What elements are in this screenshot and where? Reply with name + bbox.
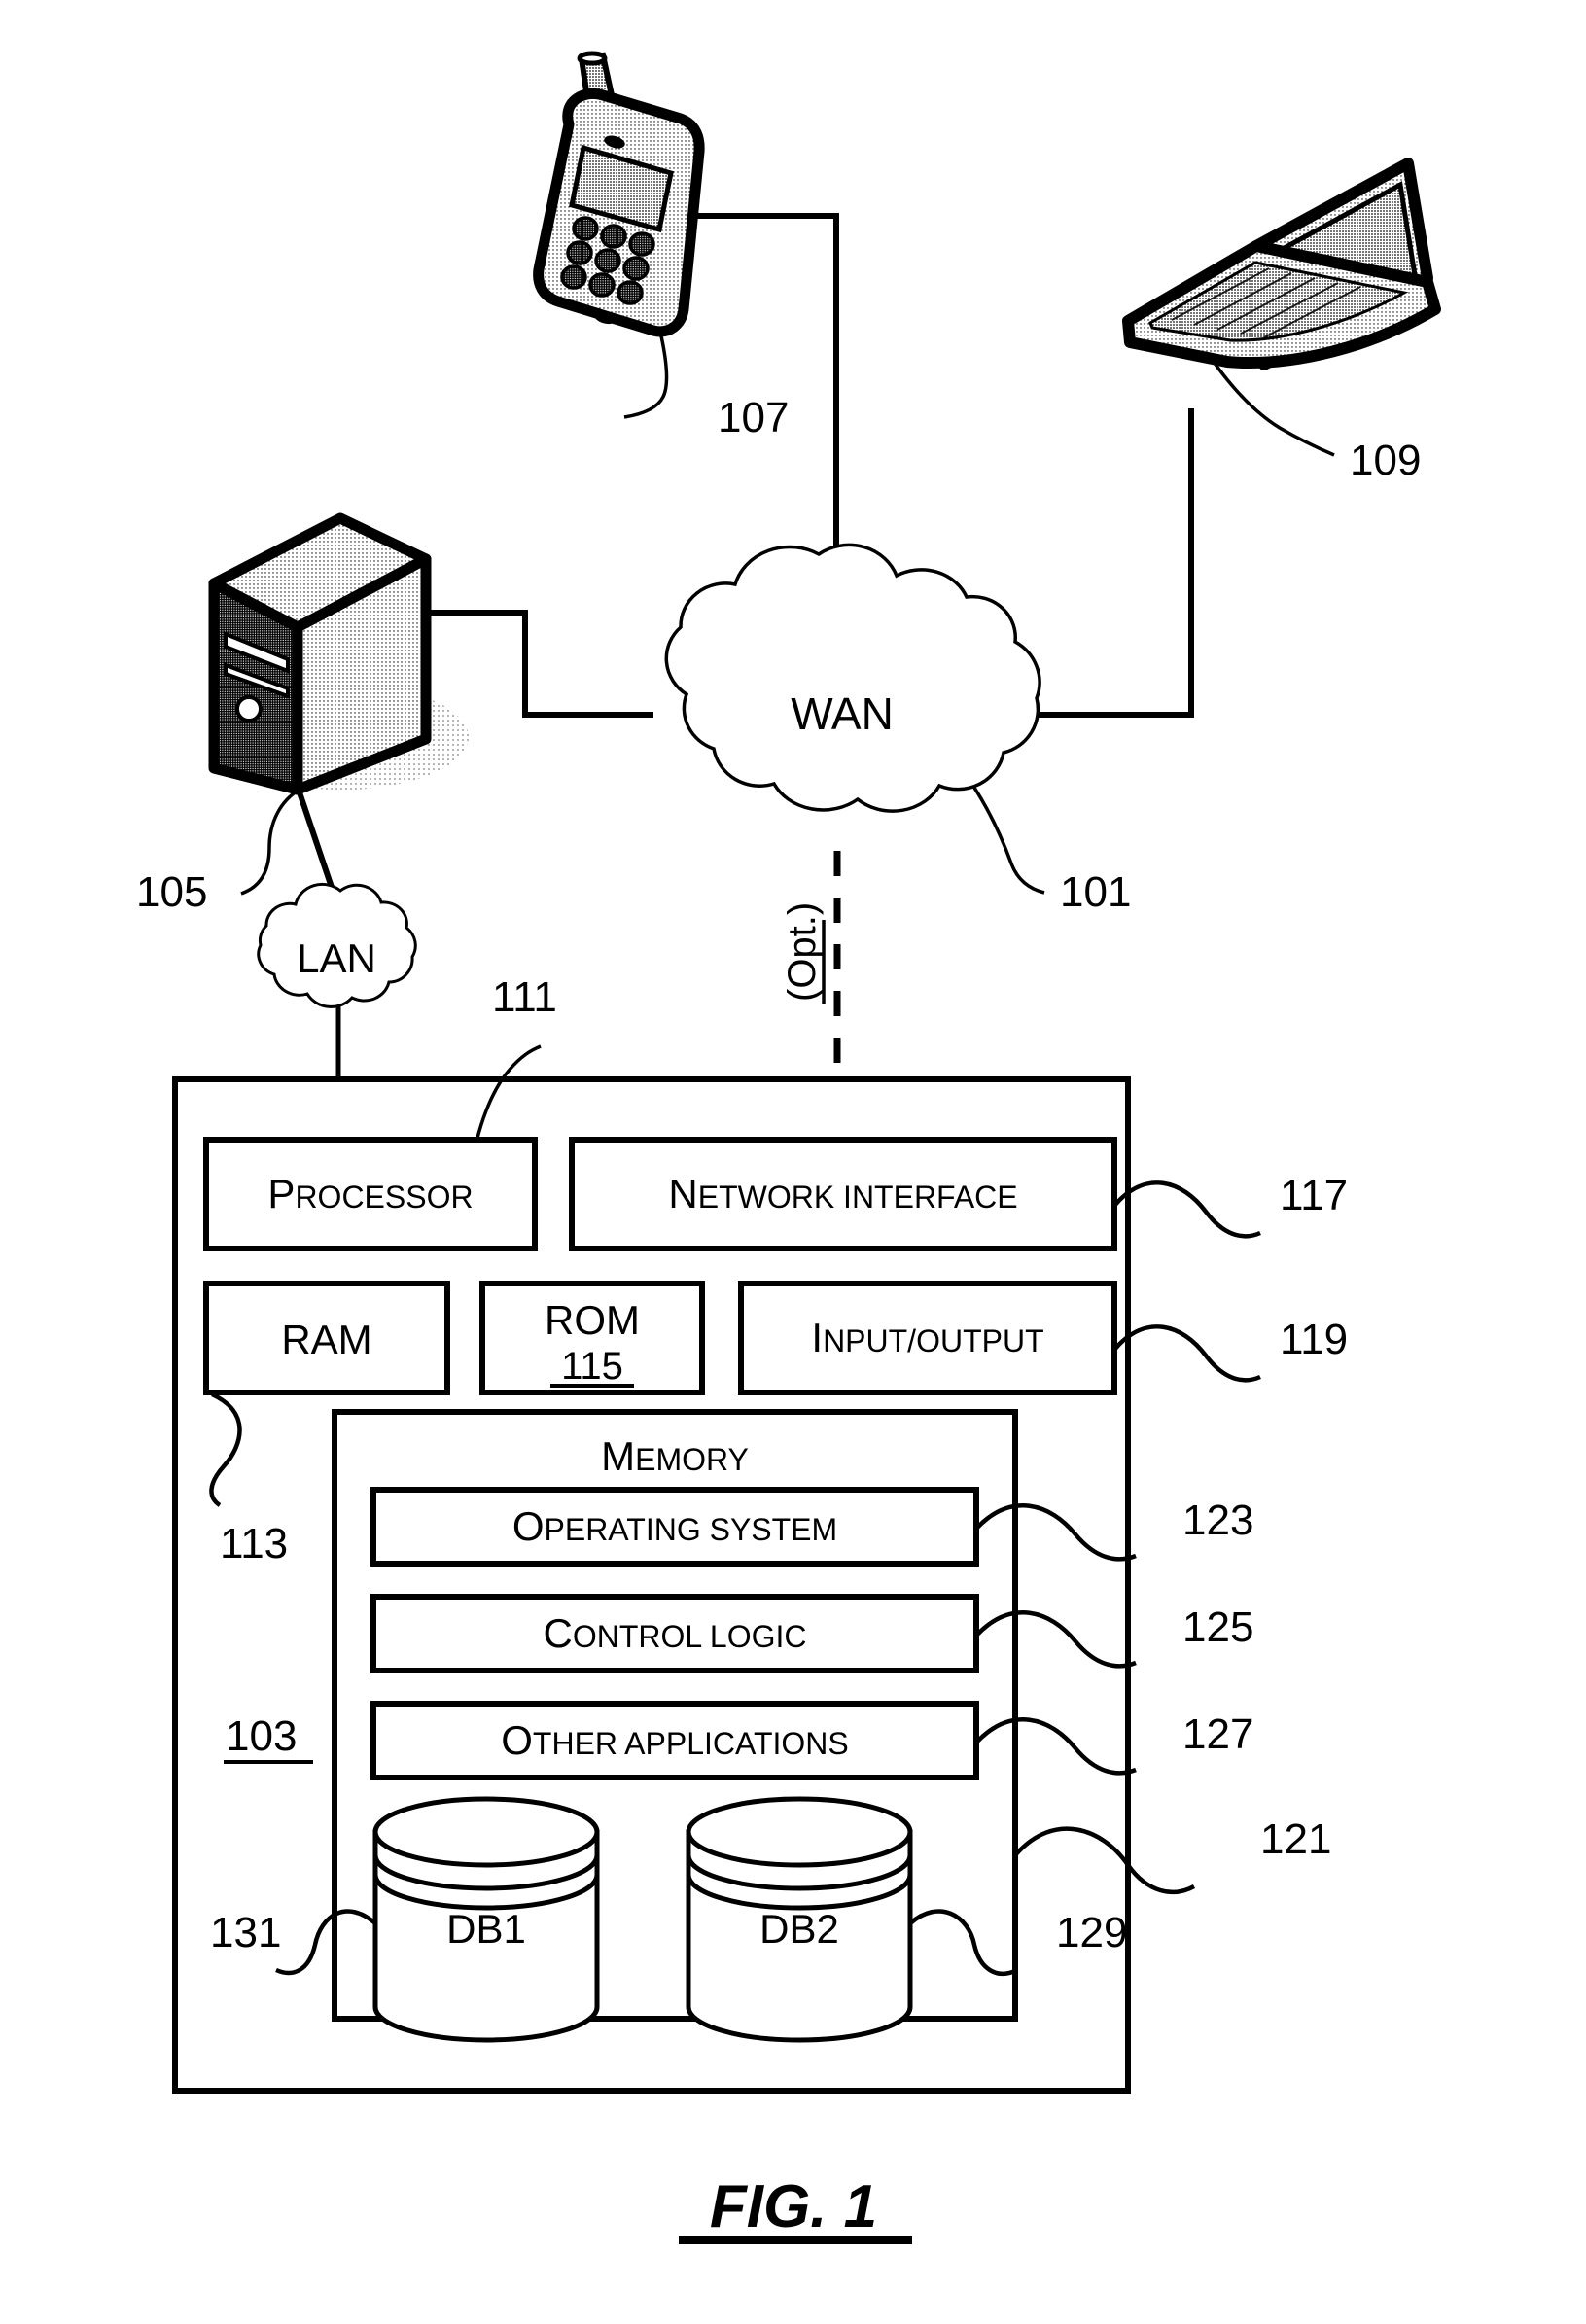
db1-label: DB1 [446,1906,526,1952]
network-interface-box: NETWORK INTERFACE [569,1137,1117,1251]
leader-117 [1112,1180,1261,1239]
leader-105 [240,788,300,896]
figure-caption: FIG. 1 [710,2173,877,2240]
link-server-to-wan [418,610,653,718]
leader-109 [1212,360,1335,457]
ref-113: 113 [220,1520,288,1567]
operating-system-box: OPERATING SYSTEM [370,1487,979,1567]
patent-figure-1: 107 109 105 WAN 101 (Opt.) LAN 111 PROCE… [136,51,1441,2244]
ref-103: 103 [226,1712,297,1760]
leader-119 [1112,1324,1261,1383]
wan-label: WAN [791,688,894,739]
ref-123: 123 [1182,1497,1253,1544]
opt-text: (Opt.) [781,902,824,1002]
rom-box: ROM 115 [479,1281,705,1395]
wan-cloud: WAN [664,543,1041,813]
figure-caption-group: FIG. 1 [679,2173,912,2244]
database-db1: DB1 [372,1796,600,2043]
ref-125: 125 [1182,1603,1253,1651]
ref-115: 115 [561,1345,623,1388]
laptop-icon [1122,158,1441,370]
ref-101: 101 [1060,868,1131,916]
wan-cloud-outline [664,543,1041,813]
leader-107 [623,331,669,419]
lan-cloud: LAN [257,882,417,1008]
input-output-box: INPUT/OUTPUT [738,1281,1117,1395]
db2-label: DB2 [759,1906,839,1952]
ref-131: 131 [210,1909,281,1956]
ram-box: RAM [203,1281,450,1395]
ref-117: 117 [1280,1172,1348,1219]
database-db2: DB2 [686,1796,913,2043]
server-tower-icon [208,512,469,795]
leader-101 [972,787,1045,895]
ref-119: 119 [1280,1316,1348,1363]
other-applications-box: OTHER APPLICATIONS [370,1701,979,1780]
ref-129: 129 [1056,1909,1127,1956]
ref-111: 111 [492,973,557,1021]
ref-107: 107 [718,394,789,441]
memory-block: MEMORY OPERATING SYSTEM CONTROL LOGIC OT… [332,1409,1018,2043]
lan-label: LAN [297,935,376,981]
processor-box: PROCESSOR [203,1137,538,1251]
mobile-phone-icon [533,51,705,337]
link-laptop-to-wan [1031,408,1194,718]
ref-127: 127 [1182,1710,1253,1758]
ref-121: 121 [1260,1815,1331,1863]
ram-label: RAM [281,1317,371,1362]
control-logic-box: CONTROL LOGIC [370,1594,979,1673]
ref-109: 109 [1350,437,1421,484]
rom-label: ROM [545,1297,640,1343]
ref-105: 105 [136,868,207,916]
optional-link-label: (Opt.) [781,902,826,1004]
